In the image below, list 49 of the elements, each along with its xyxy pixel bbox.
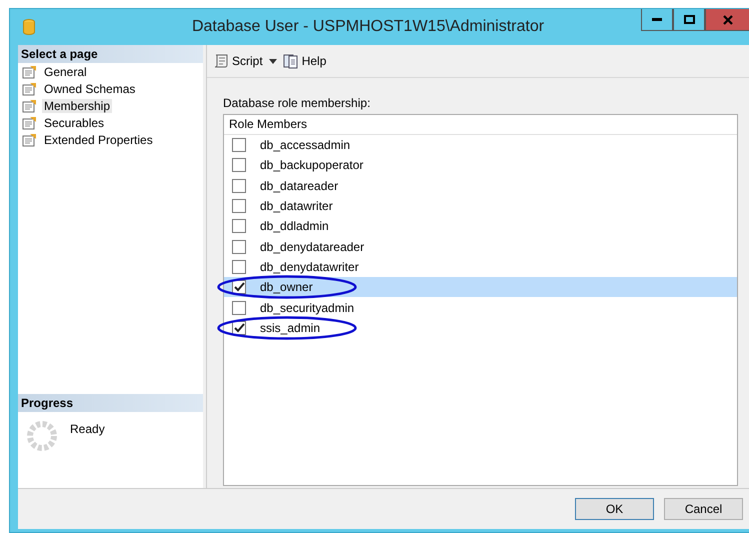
checkbox[interactable] [232,300,246,315]
role-row[interactable]: db_accessadmin [224,135,737,156]
spinner-icon [26,420,58,452]
sidebar-item[interactable]: Membership [42,98,112,112]
section-header: Select a page [18,45,203,63]
help-button[interactable]: Help [282,53,326,69]
book-icon [282,53,299,69]
window-title: Database User - USPMHOST1W15\Administrator [190,18,546,36]
role-row[interactable]: db_denydatawriter [224,256,737,278]
sidebar-item[interactable]: Securables [42,116,106,130]
sidebar-item[interactable]: Extended Properties [42,132,155,146]
page-icon [22,98,38,112]
close-button[interactable] [705,9,749,31]
ok-button[interactable]: OK [575,498,654,520]
minimize-button[interactable] [641,9,673,31]
page-icon [22,82,38,96]
section-header: Progress [18,394,203,412]
role-row[interactable]: ssis_admin [224,318,737,338]
role-row[interactable]: db_backupoperator [224,155,737,176]
column-header: Role Members [224,115,737,135]
page-icon [22,132,38,146]
script-button[interactable]: Script [213,53,263,69]
dropdown-caret-icon[interactable] [268,58,277,64]
scroll-icon [213,53,229,69]
maximize-button[interactable] [673,9,705,31]
checkbox[interactable] [232,138,246,152]
role-row[interactable]: db_ddladmin [224,216,737,236]
role-row[interactable]: db_datawriter [224,196,737,216]
role-row[interactable]: db_datareader [224,176,737,196]
page-icon [22,116,38,130]
checkbox[interactable] [232,199,246,214]
database-icon [23,19,35,35]
role-row[interactable]: db_denydatareader [224,236,737,257]
list-label: Database role membership: [223,96,372,110]
progress-status: Ready [70,422,105,436]
maximize-icon [684,15,694,24]
sidebar-item[interactable]: General [42,64,89,78]
close-icon [723,14,733,24]
checkbox[interactable] [232,219,246,234]
checkbox[interactable] [232,240,246,254]
checkbox[interactable] [232,260,246,274]
role-row[interactable]: db_owner [224,277,737,298]
minimize-icon [652,18,662,21]
page-icon [22,64,38,78]
checkbox[interactable] [232,158,246,172]
role-row[interactable]: db_securityadmin [224,297,737,318]
checkbox[interactable] [232,178,246,193]
sidebar-item[interactable]: Owned Schemas [42,82,138,96]
cancel-button[interactable]: Cancel [664,498,743,520]
